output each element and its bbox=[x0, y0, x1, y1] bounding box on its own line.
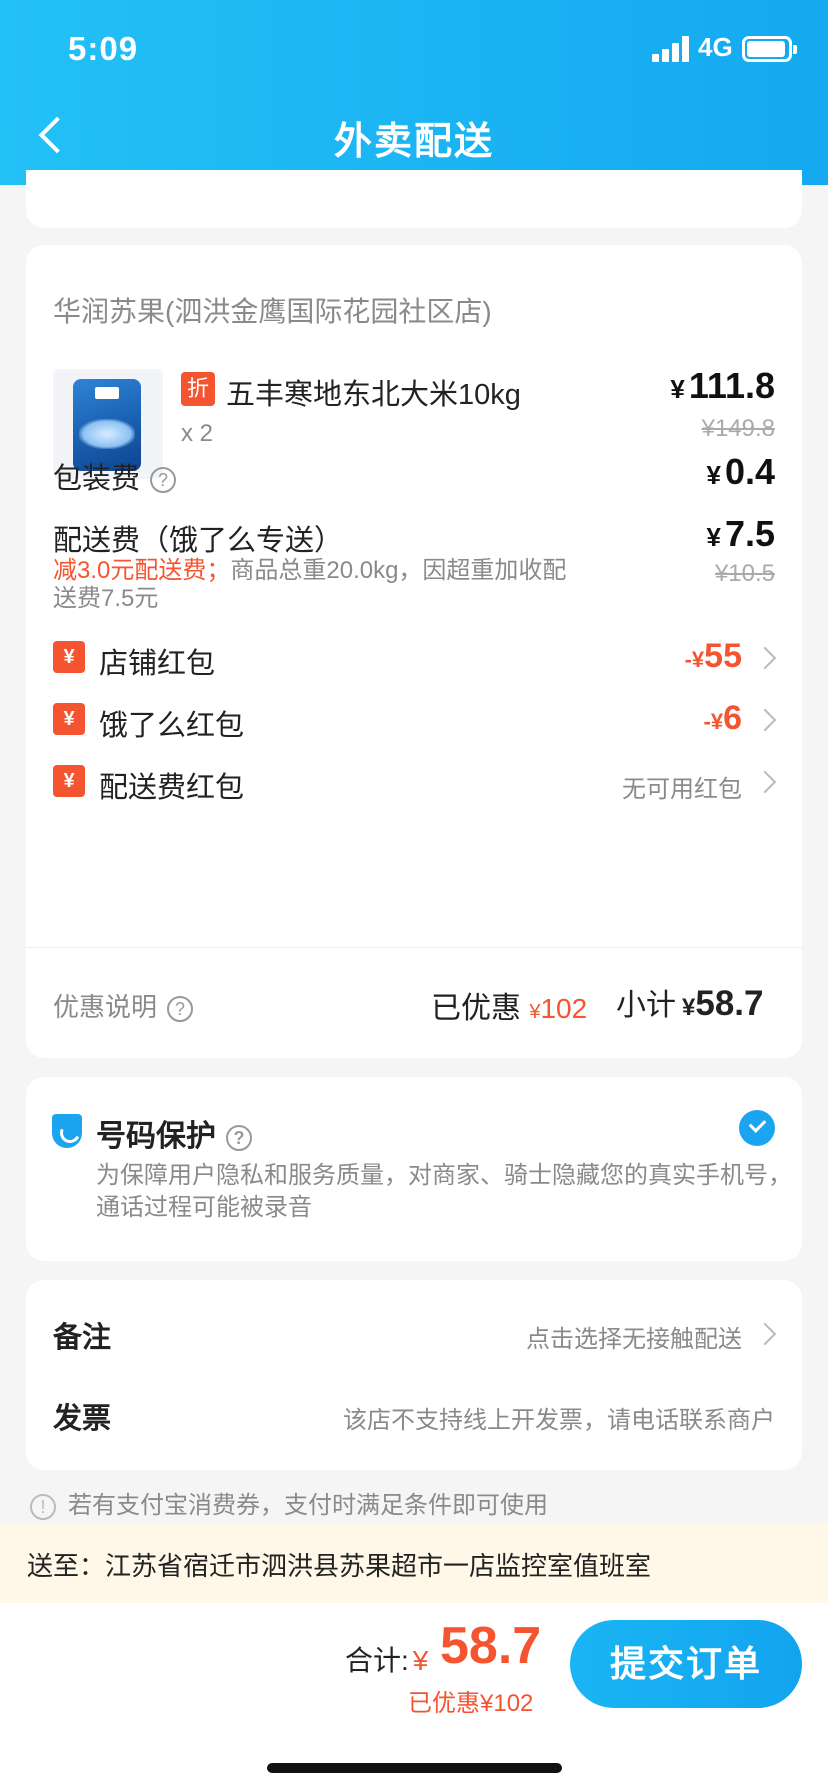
phone-protection-card: 号码保护? 为保障用户隐私和服务质量，对商家、骑士隐藏您的真实手机号，通话过程可… bbox=[26, 1077, 802, 1261]
packaging-fee-label: 包装费? bbox=[53, 455, 177, 497]
signal-icon bbox=[652, 36, 692, 62]
help-icon[interactable]: ? bbox=[167, 996, 194, 1023]
coupon-value: 无可用红包 bbox=[622, 776, 742, 803]
address-bar: 送至：江苏省宿迁市泗洪县苏果超市一店监控室值班室 bbox=[0, 1523, 828, 1603]
chevron-right-icon bbox=[753, 770, 777, 794]
shield-phone-icon bbox=[52, 1114, 82, 1148]
chevron-right-icon bbox=[753, 646, 777, 670]
red-packet-icon: ¥ bbox=[53, 641, 85, 673]
phone-protection-checkbox[interactable] bbox=[739, 1110, 775, 1146]
red-packet-icon: ¥ bbox=[53, 765, 85, 797]
previous-card bbox=[26, 170, 802, 228]
invoice-label: 发票 bbox=[53, 1403, 112, 1435]
packaging-fee: ¥0.4 bbox=[706, 451, 775, 492]
page-title: 外卖配送 bbox=[333, 121, 494, 163]
delivery-note: 减3.0元配送费；商品总重20.0kg，因超重加收配送费7.5元 bbox=[53, 557, 567, 612]
chevron-right-icon bbox=[753, 708, 777, 732]
bottom-bar: 合计: ¥ 58.7 已优惠¥102 提交订单 bbox=[0, 1603, 828, 1792]
product-name: 五丰寒地东北大米10kg bbox=[226, 379, 521, 411]
discount-badge: 折 bbox=[181, 372, 215, 406]
invoice-value: 该店不支持线上开发票，请电话联系商户 bbox=[343, 1407, 775, 1434]
remark-value: 点击选择无接触配送 bbox=[526, 1326, 742, 1353]
saved-amount: 已优惠 ¥102 bbox=[431, 992, 588, 1025]
delivery-fee-label: 配送费（饿了么专送） bbox=[53, 525, 344, 557]
product-price: ¥111.8 bbox=[670, 365, 775, 406]
phone-protection-title: 号码保护? bbox=[96, 1111, 252, 1155]
delivery-address: 送至：江苏省宿迁市泗洪县苏果超市一店监控室值班室 bbox=[27, 1551, 652, 1581]
shop-name[interactable]: 华润苏果(泗洪金鹰国际花园社区店) bbox=[53, 290, 492, 330]
coupon-label: 配送费红包 bbox=[99, 772, 245, 804]
total-saved: 已优惠¥102 bbox=[408, 1690, 534, 1717]
notes-card: 备注 点击选择无接触配送 发票 该店不支持线上开发票，请电话联系商户 bbox=[26, 1280, 802, 1470]
remark-label: 备注 bbox=[53, 1322, 112, 1354]
coupon-value: -¥6 bbox=[703, 699, 742, 737]
product-quantity: x 2 bbox=[181, 420, 214, 447]
discount-info-label[interactable]: 优惠说明? bbox=[53, 987, 194, 1024]
home-indicator bbox=[267, 1763, 562, 1773]
battery-icon bbox=[742, 36, 797, 62]
help-icon[interactable]: ? bbox=[226, 1125, 252, 1152]
phone-protection-description: 为保障用户隐私和服务质量，对商家、骑士隐藏您的真实手机号，通话过程可能被录音 bbox=[96, 1162, 792, 1221]
order-card: 华润苏果(泗洪金鹰国际花园社区店) 折 五丰寒地东北大米10kg x 2 ¥11… bbox=[26, 245, 802, 1058]
alipay-tip: ! 若有支付宝消费券，支付时满足条件即可使用 bbox=[30, 1485, 548, 1520]
delivery-original-fee: ¥10.5 bbox=[714, 560, 775, 587]
submit-order-button[interactable]: 提交订单 bbox=[570, 1620, 802, 1708]
help-icon[interactable]: ? bbox=[150, 467, 177, 494]
coupon-value: -¥55 bbox=[684, 637, 742, 675]
status-bar: 5:09 4G bbox=[0, 0, 828, 100]
chevron-right-icon bbox=[753, 1322, 777, 1346]
product-original-price: ¥149.8 bbox=[701, 415, 775, 442]
info-icon: ! bbox=[30, 1493, 56, 1520]
coupon-label: 饿了么红包 bbox=[99, 710, 245, 742]
network-type: 4G bbox=[698, 32, 733, 62]
total-value: 58.7 bbox=[440, 1617, 542, 1675]
header: 5:09 4G 外卖配送 bbox=[0, 0, 828, 185]
subtotal: 小计 ¥58.7 bbox=[616, 984, 764, 1023]
total-label: 合计: ¥ bbox=[345, 1645, 429, 1676]
red-packet-icon: ¥ bbox=[53, 703, 85, 735]
delivery-fee: ¥7.5 bbox=[706, 513, 775, 554]
coupon-label: 店铺红包 bbox=[99, 648, 216, 680]
status-time: 5:09 bbox=[68, 30, 139, 67]
divider bbox=[26, 947, 802, 948]
